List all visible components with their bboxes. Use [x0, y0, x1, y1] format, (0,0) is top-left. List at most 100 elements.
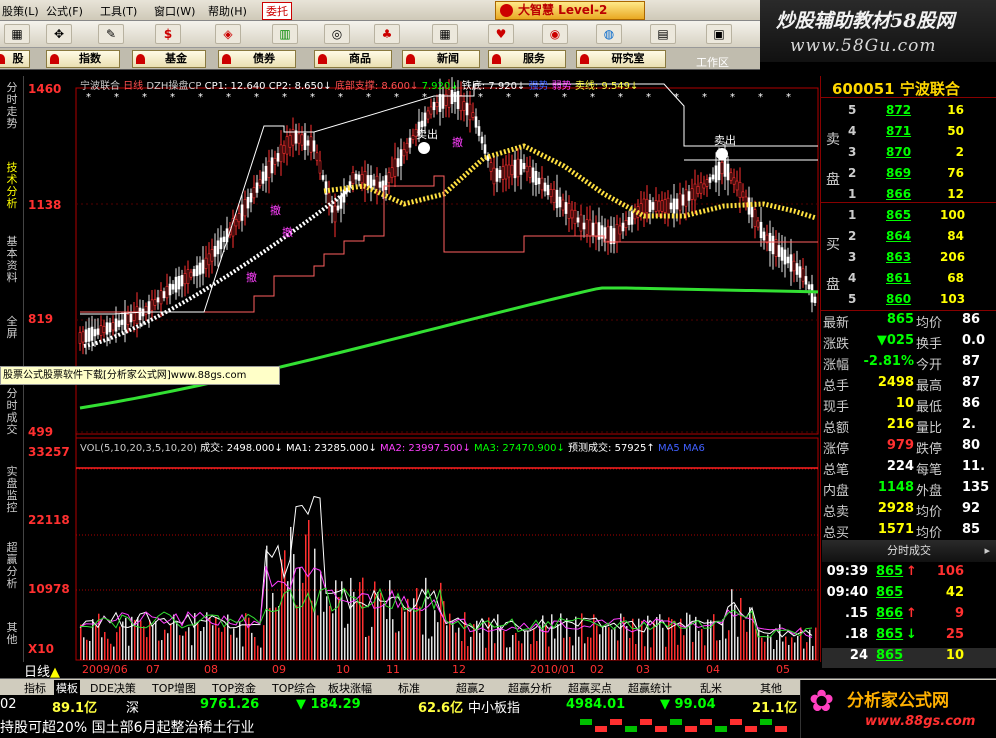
nav-research[interactable]: 研究室	[576, 50, 666, 68]
bottom-tab[interactable]: TOP资金	[212, 680, 256, 696]
chevron-right-icon[interactable]: ▸	[984, 540, 990, 562]
binoculars-icon[interactable]: ◎	[324, 24, 350, 44]
grid2-icon[interactable]: ▦	[432, 24, 458, 44]
bids-price: 861	[886, 271, 912, 285]
workzone-label[interactable]: 工作区	[696, 54, 729, 70]
candle-body	[696, 186, 700, 194]
tick-v: 9	[954, 606, 964, 621]
bottom-tab[interactable]: DDE决策	[90, 680, 136, 696]
pattern-icon[interactable]: ◈	[215, 24, 241, 44]
move-icon[interactable]: ✥	[46, 24, 72, 44]
user-icon[interactable]: ▣	[706, 24, 732, 44]
dollar-icon[interactable]: $	[155, 24, 181, 44]
bottom-tab[interactable]: 模板	[54, 680, 80, 696]
candle-body	[741, 191, 745, 198]
volume-bar	[587, 636, 589, 660]
candle-body	[579, 214, 583, 232]
nav-commodity[interactable]: 商品	[314, 50, 392, 68]
ad-banner[interactable]: 股票公式股票软件下载[分析家公式网]www.88gs.com	[0, 366, 280, 385]
stat-l2: 均价	[916, 526, 943, 541]
tick-t: .18	[844, 627, 868, 642]
volume-bar	[641, 620, 643, 660]
volume-bar	[737, 636, 739, 660]
stat-v1: 1148	[877, 480, 914, 495]
bottom-tab[interactable]: TOP增图	[152, 680, 196, 696]
bids-price: 864	[886, 229, 912, 243]
candle-body	[777, 245, 781, 257]
heart-icon[interactable]: ♥	[488, 24, 514, 44]
vtab-intraday[interactable]: 分时走势	[2, 82, 22, 130]
grid-icon[interactable]: ▦	[4, 24, 30, 44]
vtab-fullscreen[interactable]: 全屏	[2, 316, 22, 340]
stat-v2: 80	[962, 438, 981, 453]
bottom-tab[interactable]: 标准	[398, 680, 420, 696]
volume-bar	[395, 632, 397, 660]
stock-name: 宁波联合	[899, 80, 960, 98]
menu-item-trade[interactable]: 委托	[262, 2, 292, 20]
volume-bar	[242, 646, 244, 660]
nav-bond[interactable]: 债券	[218, 50, 296, 68]
top-marker: *	[198, 92, 203, 103]
nav-label: 指数	[79, 52, 101, 65]
pencil-icon[interactable]: ✎	[98, 24, 124, 44]
menu-item-window[interactable]: 窗口(W)	[154, 3, 195, 19]
volume-bar	[743, 619, 745, 660]
bottom-tab[interactable]: 超赢买点	[568, 680, 612, 696]
window-icon[interactable]: ▤	[650, 24, 676, 44]
nav-dot-icon	[50, 54, 59, 64]
bottom-tab[interactable]: 乱米	[700, 680, 722, 696]
bottom-tab[interactable]: 超赢统计	[628, 680, 672, 696]
bids-vol: 100	[940, 208, 966, 222]
volume-bar	[146, 637, 148, 660]
chart-icon[interactable]: ◍	[596, 24, 622, 44]
nav-stock[interactable]: 股	[0, 50, 30, 68]
bottom-tab[interactable]: 超赢分析	[508, 680, 552, 696]
volume-bar	[356, 602, 358, 660]
volume-bar	[590, 637, 592, 660]
price-tick: 819	[28, 312, 54, 326]
nav-index[interactable]: 指数	[46, 50, 120, 68]
bottom-tab[interactable]: 指标	[24, 680, 46, 696]
vtab-technical[interactable]: 技术分析	[2, 162, 22, 210]
candle-body	[330, 205, 334, 213]
vtab-ticks[interactable]: 分时成交	[2, 388, 22, 436]
candle-body	[78, 332, 82, 344]
candle-body	[759, 221, 763, 239]
bottom-tab[interactable]: 超赢2	[456, 680, 485, 696]
people-icon[interactable]: ♣	[374, 24, 400, 44]
volume-bar	[725, 638, 727, 660]
nav-news[interactable]: 新闻	[402, 50, 480, 68]
menu-item-strategy[interactable]: 股策(L)	[2, 3, 39, 19]
globe-icon[interactable]: ◉	[542, 24, 568, 44]
bottom-tab[interactable]: TOP综合	[272, 680, 316, 696]
volume-bar	[506, 647, 508, 660]
vtab-monitor[interactable]: 实盘监控	[2, 466, 22, 514]
volume-bar	[257, 645, 259, 660]
ticks-header[interactable]: 分时成交 ▸	[822, 540, 996, 562]
vtab-other[interactable]: 其他	[2, 622, 22, 646]
volume-bar	[452, 621, 454, 660]
bars-icon[interactable]: ▥	[272, 24, 298, 44]
candle-body	[321, 175, 325, 180]
bottom-tab[interactable]: 其他	[760, 680, 782, 696]
volume-bar	[593, 614, 595, 660]
nav-service[interactable]: 服务	[488, 50, 566, 68]
volume-bar	[488, 617, 490, 660]
asks-lvl: 5	[848, 103, 857, 117]
candle-body	[399, 149, 403, 167]
ticker-sme-change: ▼ 99.04	[660, 697, 716, 712]
volume-bar	[461, 641, 463, 660]
candle-body	[687, 191, 691, 201]
volume-bar	[167, 633, 169, 660]
menu-item-help[interactable]: 帮助(H)	[208, 3, 247, 19]
menu-item-tools[interactable]: 工具(T)	[100, 3, 137, 19]
sell-label: 卖出	[416, 127, 438, 141]
vtab-analysis[interactable]: 超赢分析	[2, 542, 22, 590]
candle-body	[732, 177, 736, 185]
candle-body	[99, 325, 103, 336]
vtab-fundamental[interactable]: 基本资料	[2, 236, 22, 284]
menu-item-formula[interactable]: 公式(F)	[46, 3, 83, 19]
bottom-tab[interactable]: 板块涨幅	[328, 680, 372, 696]
nav-fund[interactable]: 基金	[132, 50, 206, 68]
volume-bar	[632, 618, 634, 660]
